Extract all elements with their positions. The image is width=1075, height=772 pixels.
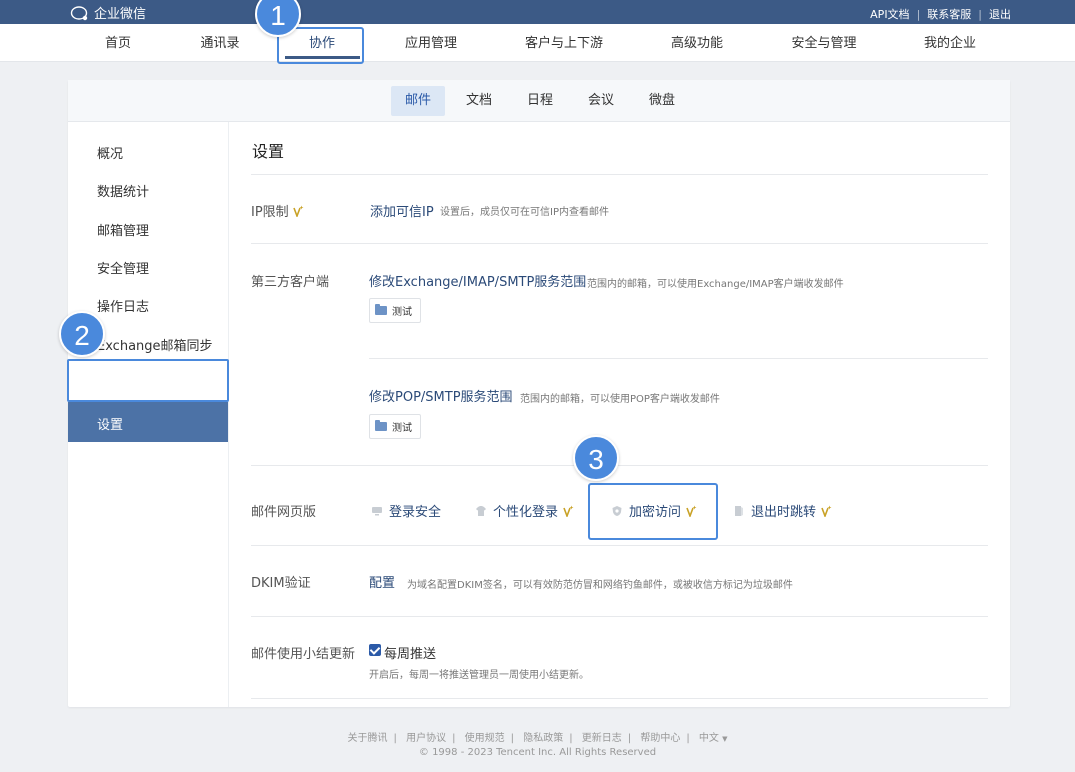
logout-redirect-button[interactable]: 退出时跳转 <box>733 501 832 520</box>
nav-app-management[interactable]: 应用管理 <box>405 24 457 62</box>
top-bar: 企业微信 API文档 | 联系客服 | 退出 <box>0 0 1075 24</box>
sidebar-item-overview[interactable]: 概况 <box>97 143 123 162</box>
third-party-label: 第三方客户端 <box>251 275 330 290</box>
footer-privacy-link[interactable]: 隐私政策 <box>523 733 563 744</box>
logout-link[interactable]: 退出 <box>989 6 1011 22</box>
tab-calendar[interactable]: 日程 <box>513 86 567 116</box>
summary-desc: 开启后，每周一将推送管理员一周使用小结更新。 <box>369 670 589 681</box>
personalized-login-button[interactable]: 个性化登录 <box>475 501 574 520</box>
premium-sparkle-icon <box>821 505 832 517</box>
shirt-icon <box>476 505 486 516</box>
step-badge-2: 2 <box>59 311 105 357</box>
dkim-desc: 为域名配置DKIM签名，可以有效防范仿冒和网络钓鱼邮件，或被收信方标记为垃圾邮件 <box>407 580 793 591</box>
footer-help-link[interactable]: 帮助中心 <box>640 733 680 744</box>
sidebar-item-mailbox-management[interactable]: 邮箱管理 <box>97 220 149 239</box>
top-links: API文档 | 联系客服 | 退出 <box>870 6 1011 22</box>
dkim-configure-link[interactable]: 配置 <box>369 572 395 591</box>
monitor-icon <box>372 506 382 515</box>
nav-my-enterprise[interactable]: 我的企业 <box>924 24 976 62</box>
nav-customers[interactable]: 客户与上下游 <box>525 24 603 62</box>
premium-sparkle-icon <box>292 205 304 217</box>
nav-home[interactable]: 首页 <box>105 24 131 62</box>
nav-contacts[interactable]: 通讯录 <box>200 24 239 62</box>
login-security-button[interactable]: 登录安全 <box>371 501 441 520</box>
footer-language-select[interactable]: 中文 ▼ <box>699 733 728 744</box>
caret-down-icon: ▼ <box>722 735 728 743</box>
exchange-scope-tag[interactable]: 测试 <box>369 298 421 323</box>
sidebar: 概况 数据统计 邮箱管理 安全管理 操作日志 Exchange邮箱同步 设置 <box>68 122 229 707</box>
footer-terms-link[interactable]: 用户协议 <box>406 733 446 744</box>
add-trusted-ip-link[interactable]: 添加可信IP <box>370 201 434 220</box>
main-nav: 首页 通讯录 协作 应用管理 客户与上下游 高级功能 安全与管理 我的企业 <box>0 24 1075 62</box>
folder-icon <box>375 304 387 315</box>
footer-about-link[interactable]: 关于腾讯 <box>348 733 388 744</box>
sidebar-item-settings-label: 设置 <box>97 418 124 433</box>
highlight-box-settings <box>67 359 229 402</box>
api-docs-link[interactable]: API文档 <box>870 6 909 22</box>
folder-icon <box>375 420 387 431</box>
web-mail-label: 邮件网页版 <box>251 505 317 520</box>
ip-limit-desc: 设置后，成员仅可在可信IP内查看邮件 <box>440 207 609 218</box>
app-name: 企业微信 <box>94 7 147 22</box>
tab-meeting[interactable]: 会议 <box>574 86 628 116</box>
edit-pop-scope-link[interactable]: 修改POP/SMTP服务范围 <box>369 386 513 405</box>
footer-links: 关于腾讯 | 用户协议 | 使用规范 | 隐私政策 | 更新日志 | 帮助中心 | 中文 ▼ <box>347 733 728 744</box>
contact-support-link[interactable]: 联系客服 <box>927 6 971 22</box>
summary-label: 邮件使用小结更新 <box>251 647 356 662</box>
premium-sparkle-icon <box>563 505 574 517</box>
footer-rules-link[interactable]: 使用规范 <box>465 733 505 744</box>
nav-security[interactable]: 安全与管理 <box>791 24 856 62</box>
sidebar-item-statistics[interactable]: 数据统计 <box>97 181 149 200</box>
copyright: © 1998 - 2023 Tencent Inc. All Rights Re… <box>418 747 657 758</box>
dkim-label: DKIM验证 <box>251 576 311 591</box>
step-badge-3: 3 <box>573 435 619 481</box>
ip-limit-label: IP限制 <box>251 201 304 220</box>
weekly-push-checkbox[interactable] <box>369 644 381 656</box>
nav-advanced[interactable]: 高级功能 <box>671 24 723 62</box>
sub-tabs: 邮件 文档 日程 会议 微盘 <box>68 80 1010 122</box>
sidebar-item-settings[interactable]: 设置 <box>68 402 228 442</box>
wecom-logo-icon <box>70 5 88 20</box>
page-title: 设置 <box>252 142 285 161</box>
highlight-box-encrypted-access <box>588 483 718 540</box>
tab-docs[interactable]: 文档 <box>452 86 506 116</box>
footer-changelog-link[interactable]: 更新日志 <box>582 733 622 744</box>
pop-scope-desc: 范围内的邮箱，可以使用POP客户端收发邮件 <box>520 394 720 405</box>
tab-mail[interactable]: 邮件 <box>390 86 446 116</box>
tab-drive[interactable]: 微盘 <box>635 86 689 116</box>
app-logo[interactable]: 企业微信 <box>70 3 146 22</box>
door-exit-icon <box>735 505 743 516</box>
weekly-push-label[interactable]: 每周推送 <box>384 643 436 662</box>
edit-exchange-scope-link[interactable]: 修改Exchange/IMAP/SMTP服务范围 <box>369 271 586 290</box>
sidebar-item-exchange-sync[interactable]: Exchange邮箱同步 <box>97 335 213 354</box>
sidebar-item-operation-log[interactable]: 操作日志 <box>97 296 149 315</box>
sidebar-item-security-management[interactable]: 安全管理 <box>97 258 149 277</box>
exchange-scope-desc: 范围内的邮箱，可以使用Exchange/IMAP客户端收发邮件 <box>587 279 844 290</box>
pop-scope-tag[interactable]: 测试 <box>369 414 421 439</box>
